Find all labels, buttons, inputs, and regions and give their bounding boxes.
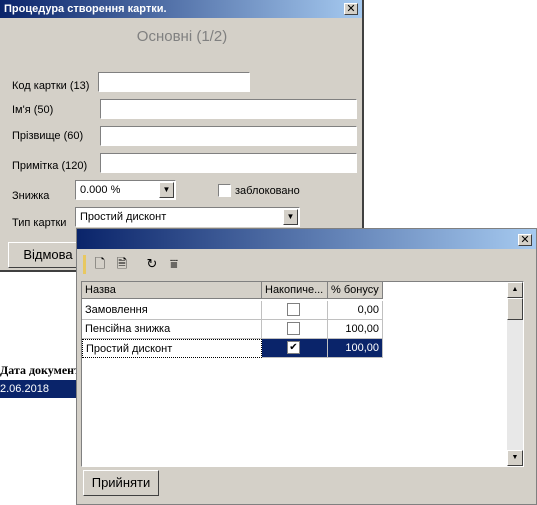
- document-date-selected-cell[interactable]: 2.06.2018: [0, 380, 78, 398]
- document-date-column-header[interactable]: Дата документ: [0, 362, 78, 378]
- surname-label: Прізвище (60): [12, 130, 84, 142]
- accept-button[interactable]: Прийняти: [83, 470, 159, 496]
- vertical-scrollbar[interactable]: ▲ ▼: [507, 282, 523, 466]
- filter-icon[interactable]: ⩸: [165, 255, 183, 273]
- column-header-accumulative[interactable]: Накопиче...: [262, 282, 328, 299]
- card-type-value: Простий дисконт: [80, 211, 167, 223]
- surname-input[interactable]: [100, 126, 357, 146]
- table-cell-bonus[interactable]: 100,00: [328, 339, 383, 358]
- accumulative-checkbox[interactable]: [287, 303, 300, 316]
- card-type-label: Тип картки: [12, 217, 67, 229]
- name-input[interactable]: [100, 99, 357, 119]
- discount-select[interactable]: 0.000 % ▼: [75, 180, 176, 200]
- edit-document-icon[interactable]: 🗎: [113, 255, 131, 273]
- scroll-down-icon[interactable]: ▼: [507, 450, 523, 466]
- column-header-name[interactable]: Назва: [82, 282, 262, 299]
- table-cell-name[interactable]: Замовлення: [82, 301, 262, 320]
- table-cell-accumulative[interactable]: [262, 301, 328, 320]
- card-type-select[interactable]: Простий дисконт ▼: [75, 207, 300, 227]
- popup-title-bar: [77, 229, 536, 249]
- section-title: Основні (1/2): [136, 28, 228, 45]
- toolbar-grip: [83, 255, 86, 274]
- discount-value: 0.000 %: [80, 184, 121, 196]
- note-label: Примітка (120): [12, 160, 88, 172]
- new-document-icon[interactable]: 🗋: [91, 255, 109, 273]
- table-cell-accumulative[interactable]: [262, 320, 328, 339]
- chevron-down-icon[interactable]: ▼: [283, 209, 298, 225]
- chevron-down-icon[interactable]: ▼: [159, 182, 174, 198]
- name-label: Ім'я (50): [12, 104, 54, 116]
- card-code-input[interactable]: [98, 72, 250, 92]
- card-types-table: Назва Накопиче... % бонусу Замовлення 0,…: [81, 281, 524, 467]
- table-cell-name[interactable]: Пенсійна знижка: [82, 320, 262, 339]
- table-cell-bonus[interactable]: 100,00: [328, 320, 383, 339]
- blocked-checkbox[interactable]: [218, 184, 231, 197]
- scroll-thumb[interactable]: [507, 298, 523, 320]
- table-cell-bonus[interactable]: 0,00: [328, 301, 383, 320]
- discount-label: Знижка: [12, 190, 50, 202]
- card-code-label: Код картки (13): [12, 80, 90, 92]
- scroll-up-icon[interactable]: ▲: [507, 282, 523, 298]
- column-header-bonus[interactable]: % бонусу: [328, 282, 383, 299]
- note-input[interactable]: [100, 153, 357, 173]
- toolbar: 🗋 🗎 ↻ ⩸: [83, 253, 193, 277]
- close-icon[interactable]: ✕: [518, 234, 532, 246]
- table-cell-name[interactable]: Простий дисконт: [82, 339, 262, 358]
- card-type-picker-window: ✕ 🗋 🗎 ↻ ⩸ Назва Накопиче... % бонусу Зам…: [76, 228, 537, 505]
- window-title-bar: Процедура створення картки.: [0, 0, 362, 18]
- accumulative-checkbox[interactable]: [287, 322, 300, 335]
- refresh-icon[interactable]: ↻: [143, 255, 161, 273]
- accumulative-checkbox-checked[interactable]: ✔: [287, 341, 300, 354]
- blocked-label: заблоковано: [235, 185, 300, 197]
- table-cell-accumulative[interactable]: ✔: [262, 339, 328, 358]
- window-title: Процедура створення картки.: [4, 3, 167, 15]
- close-icon[interactable]: ✕: [344, 3, 358, 15]
